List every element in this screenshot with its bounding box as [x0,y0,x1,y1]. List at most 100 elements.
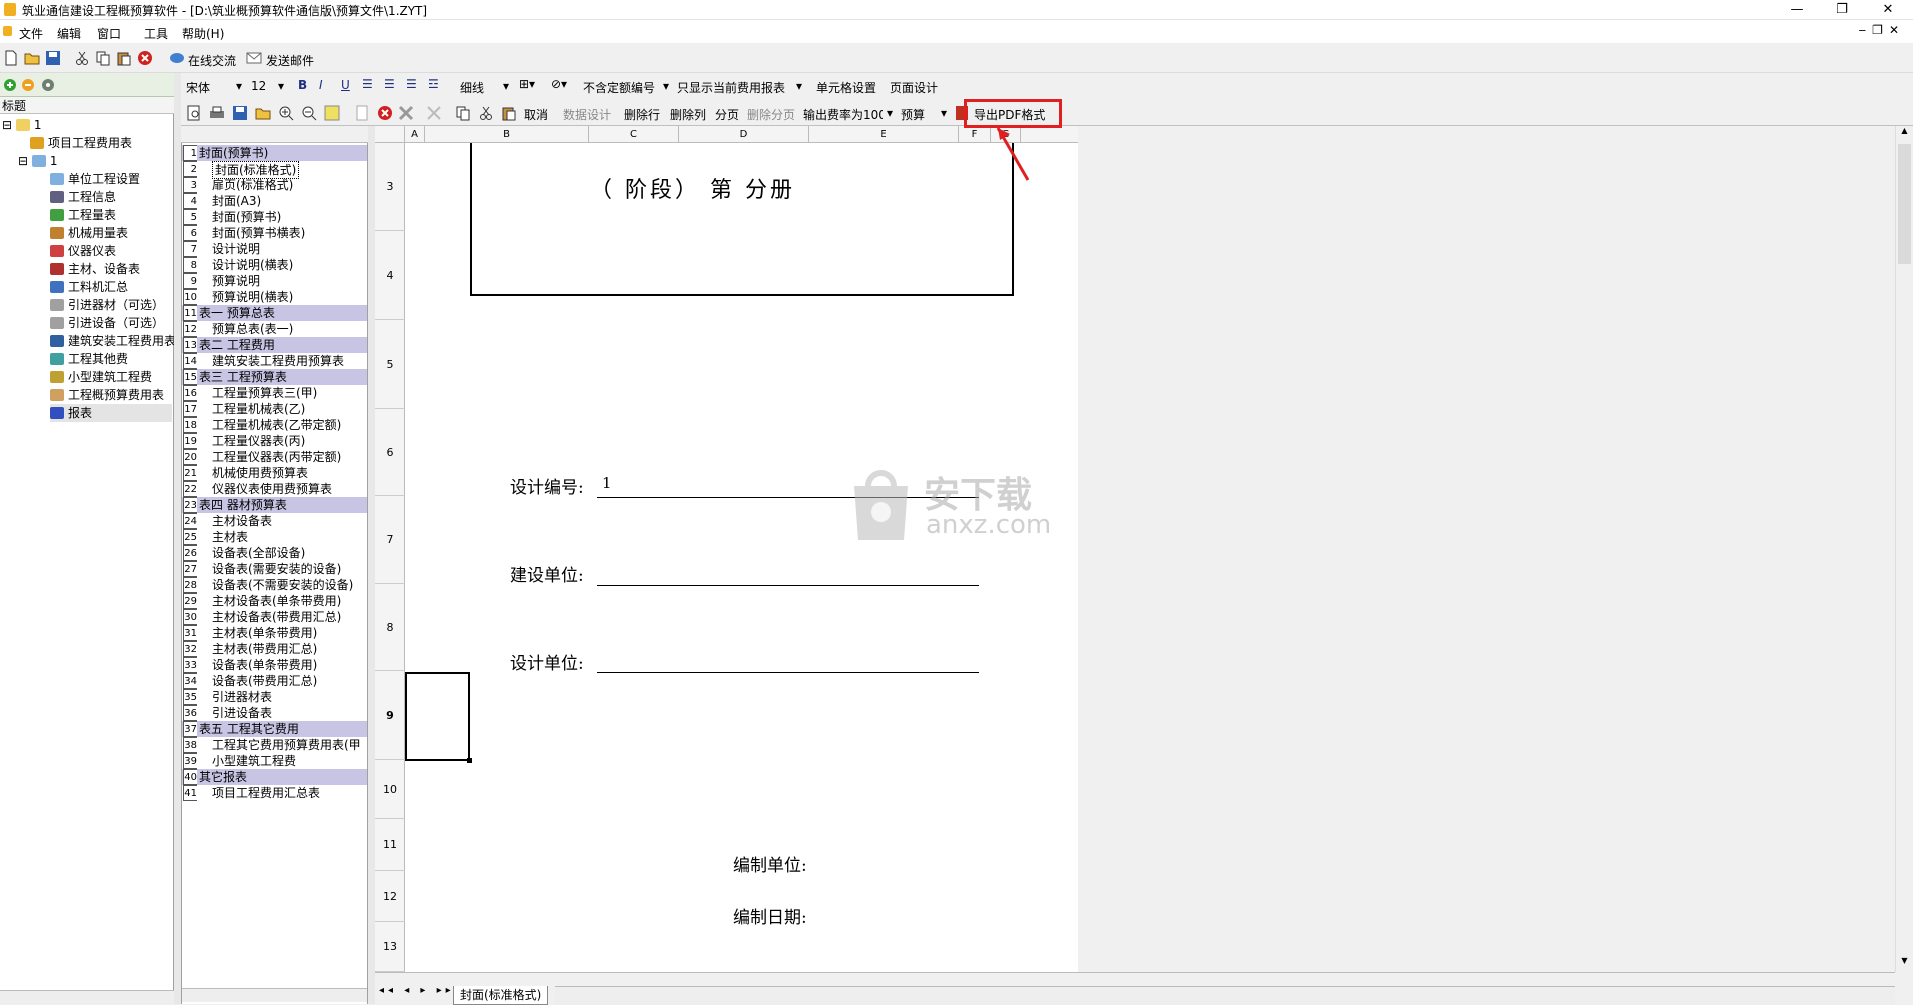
tree-item[interactable]: 工料机汇总 [50,278,128,296]
row-11[interactable]: 11 [375,819,405,871]
report-item[interactable]: 30 主材设备表(带费用汇总) [182,609,367,625]
zoom-out-icon[interactable] [301,105,317,121]
image-icon[interactable] [324,105,340,121]
line-style-select[interactable]: 细线 [460,79,484,96]
row-12[interactable]: 12 [375,871,405,922]
new-file-icon[interactable] [3,50,19,66]
report-item[interactable]: 10 预算说明(横表) [182,289,367,305]
scroll-thumb[interactable] [1898,144,1911,264]
column-a[interactable]: A [405,126,425,143]
tree-item[interactable]: 工程概预算费用表 [50,386,164,404]
save-icon[interactable] [232,105,248,121]
cut-icon[interactable] [478,105,494,121]
row-10[interactable]: 10 [375,760,405,819]
blank-page-icon[interactable] [354,105,370,121]
report-item[interactable]: 4 封面(A3) [182,193,367,209]
row-13[interactable]: 13 [375,922,405,972]
cell-setup-button[interactable]: 单元格设置 [816,79,876,96]
row-8[interactable]: 8 [375,584,405,671]
vertical-scrollbar[interactable]: ▲ ▼ [1895,126,1913,972]
delete-page-break-button[interactable]: 删除分页 [747,106,795,123]
scroll-down-arrow[interactable]: ▼ [1897,956,1912,970]
delete-icon[interactable] [137,50,153,66]
online-chat-label[interactable]: 在线交流 [188,52,236,69]
report-item[interactable]: 9 预算说明 [182,273,367,289]
report-item[interactable]: 26 设备表(全部设备) [182,545,367,561]
tree-item-selected[interactable]: 报表 [50,404,172,422]
menu-window[interactable]: 窗口 [97,25,121,42]
report-item[interactable]: 28 设备表(不需要安装的设备) [182,577,367,593]
report-item[interactable]: 7 设计说明 [182,241,367,257]
mdi-window-controls[interactable]: ‒❐✕ [1859,23,1905,37]
menu-help[interactable]: 帮助(H) [182,25,224,42]
eraser-icon[interactable]: ⊘▾ [551,77,567,91]
report-item[interactable]: 31 主材表(单条带费用) [182,625,367,641]
column-f[interactable]: F [959,126,991,143]
report-splitter[interactable] [368,126,375,1004]
font-select[interactable]: 宋体 [186,79,210,96]
close-button[interactable]: ✕ [1866,0,1910,20]
report-item[interactable]: 20 工程量仪器表(丙带定额) [182,449,367,465]
copy-icon[interactable] [95,50,111,66]
zoom-in-icon[interactable] [278,105,294,121]
italic-button[interactable]: I [319,78,323,92]
report-group[interactable]: 11 表一 预算总表 [182,305,367,321]
report-item[interactable]: 25 主材表 [182,529,367,545]
quota-select[interactable]: 不含定额编号 [583,79,655,96]
report-item[interactable]: 18 工程量机械表(乙带定额) [182,417,367,433]
report-item[interactable]: 12 预算总表(表一) [182,321,367,337]
page-break-button[interactable]: 分页 [715,106,739,123]
report-item[interactable]: 32 主材表(带费用汇总) [182,641,367,657]
delete-row-button[interactable]: 删除行 [624,106,660,123]
align-right-icon[interactable]: ☰ [406,77,417,91]
scroll-up-arrow[interactable]: ▲ [1897,126,1912,140]
report-group[interactable]: 13 表二 工程费用 [182,337,367,353]
report-item[interactable]: 19 工程量仪器表(丙) [182,433,367,449]
minimize-button[interactable]: — [1775,0,1819,20]
delete-icon[interactable] [377,105,393,121]
tree-item[interactable]: 工程其他费 [50,350,128,368]
report-group[interactable]: 37 表五 工程其它费用 [182,721,367,737]
menu-edit[interactable]: 编辑 [57,25,81,42]
page-design-button[interactable]: 页面设计 [890,79,938,96]
tree-item[interactable]: 仪器仪表 [50,242,116,260]
pane-splitter[interactable] [174,73,181,1004]
open-folder-icon[interactable] [24,50,40,66]
report-item[interactable]: 17 工程量机械表(乙) [182,401,367,417]
row-9[interactable]: 9 [375,671,405,760]
report-item[interactable]: 21 机械使用费预算表 [182,465,367,481]
row-7[interactable]: 7 [375,496,405,584]
horizontal-scrollbar[interactable] [555,986,1895,1005]
paste-icon[interactable] [501,105,517,121]
report-item[interactable]: 39 小型建筑工程费 [182,753,367,769]
report-item[interactable]: 36 引进设备表 [182,705,367,721]
tree-hscroll[interactable] [0,990,174,1004]
cancel-button[interactable]: 取消 [524,106,548,123]
report-item[interactable]: 41 项目工程费用汇总表 [182,785,367,801]
tab-nav-arrows[interactable]: ◂◂ ◂ ▸ ▸▸ [379,985,455,996]
justify-icon[interactable]: ☲ [428,77,439,91]
open-icon[interactable] [255,105,271,121]
clear-format-icon[interactable] [426,105,442,121]
settings-icon[interactable] [40,77,56,93]
restore-button[interactable]: ❐ [1820,0,1864,20]
tree-root[interactable]: ⊟ 1 [2,116,42,134]
print-icon[interactable] [209,105,225,121]
cut-icon[interactable] [74,50,90,66]
report-hscroll[interactable] [182,988,367,1002]
report-item[interactable]: 2 封面(标准格式) [182,161,367,179]
report-group[interactable]: 15 表三 工程预算表 [182,369,367,385]
column-b[interactable]: B [425,126,589,143]
row-4[interactable]: 4 [375,231,405,320]
row-5[interactable]: 5 [375,320,405,409]
column-d[interactable]: D [679,126,809,143]
align-left-icon[interactable]: ☰ [362,77,373,91]
report-item[interactable]: 29 主材设备表(单条带费用) [182,593,367,609]
mode-select[interactable]: 预算 [901,106,925,123]
report-item[interactable]: 24 主材设备表 [182,513,367,529]
tree-item[interactable]: 主材、设备表 [50,260,140,278]
report-item[interactable]: 33 设备表(单条带费用) [182,657,367,673]
tree-item[interactable]: 单位工程设置 [50,170,140,188]
report-item[interactable]: 27 设备表(需要安装的设备) [182,561,367,577]
send-mail-label[interactable]: 发送邮件 [266,52,314,69]
